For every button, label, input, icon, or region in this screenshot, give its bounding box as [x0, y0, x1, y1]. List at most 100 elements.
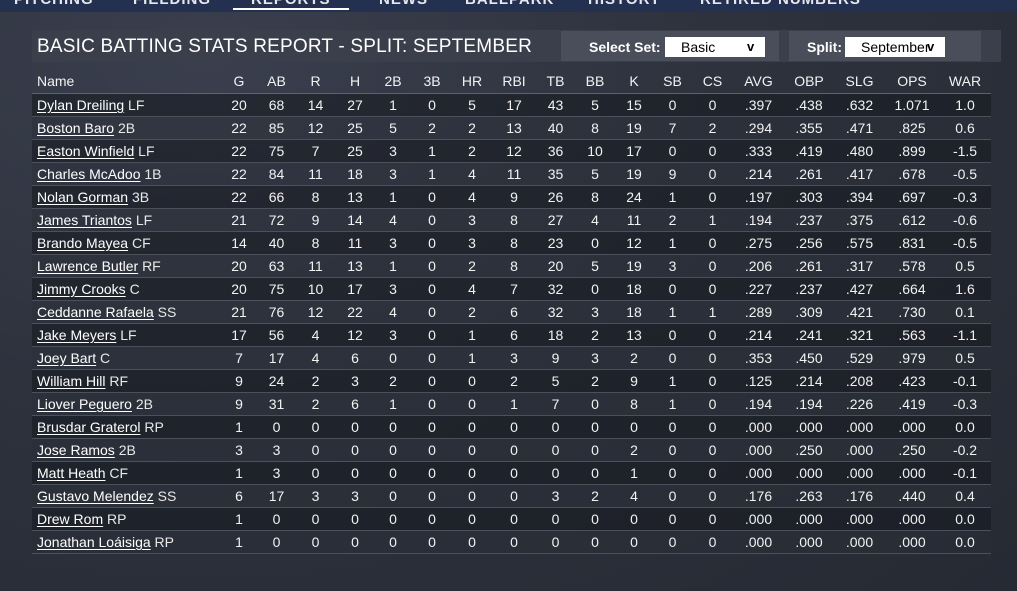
stat-cell-sb: 1 — [653, 392, 692, 416]
column-header-h[interactable]: H — [336, 69, 374, 94]
nav-ballpark[interactable]: BALLPARK — [465, 0, 554, 8]
table-row: Brusdar Graterol RP 1 0 0 0 0 0 0 0 0 0 0 0 0.000.000… — [32, 415, 991, 439]
stat-cell-bb: 0 — [575, 461, 615, 485]
player-name-link[interactable]: Easton Winfield — [37, 143, 134, 159]
stat-cell-rbi: 11 — [492, 162, 536, 186]
player-name-link[interactable]: Dylan Dreiling — [37, 97, 124, 113]
stat-cell-obp: .261 — [784, 254, 834, 278]
stat-cell-k: 12 — [615, 231, 653, 255]
stat-cell-hr: 3 — [452, 208, 492, 232]
column-header-g[interactable]: G — [220, 69, 258, 94]
stat-cell-rbi: 0 — [492, 507, 536, 531]
player-name-link[interactable]: Jonathan Loáisiga — [37, 534, 151, 550]
player-name-link[interactable]: James Triantos — [37, 212, 132, 228]
column-header-name[interactable]: Name — [32, 69, 220, 94]
stat-cell-2b: 1 — [374, 392, 412, 416]
stat-cell-ab: 0 — [258, 415, 295, 439]
column-header-obp[interactable]: OBP — [784, 69, 834, 94]
nav-pitching[interactable]: PITCHING — [14, 0, 94, 8]
nav-history[interactable]: HISTORY — [588, 0, 661, 8]
table-row: Charles McAdoo 1B 22 84 11 18 3 1 4 11 35 5 19 9 0.21… — [32, 162, 991, 186]
column-header-ab[interactable]: AB — [258, 69, 295, 94]
column-header-cs[interactable]: CS — [692, 69, 733, 94]
stat-cell-ops: .825 — [885, 116, 939, 140]
player-cell: Matt Heath CF — [32, 461, 220, 485]
stat-cell-cs: 1 — [692, 208, 733, 232]
stat-cell-tb: 26 — [536, 185, 575, 209]
player-cell: Brusdar Graterol RP — [32, 415, 220, 439]
batting-stats-table: Name G AB R H 2B 3B HR RBI TB BB K SB CS AVG OBP SLG OPS W… — [32, 69, 991, 554]
stat-cell-3b: 0 — [412, 461, 452, 485]
player-name-link[interactable]: Lawrence Butler — [37, 258, 138, 274]
nav-news[interactable]: NEWS — [379, 0, 428, 8]
stat-cell-ops: .578 — [885, 254, 939, 278]
column-header-rbi[interactable]: RBI — [492, 69, 536, 94]
stat-cell-cs: 0 — [692, 323, 733, 347]
column-header-k[interactable]: K — [615, 69, 653, 94]
stat-cell-avg: .214 — [733, 323, 784, 347]
player-name-link[interactable]: Brusdar Graterol — [37, 419, 140, 435]
player-name-link[interactable]: Joey Bart — [37, 350, 96, 366]
player-name-link[interactable]: Charles McAdoo — [37, 166, 141, 182]
column-header-war[interactable]: WAR — [939, 69, 991, 94]
stat-cell-hr: 2 — [452, 139, 492, 163]
stat-cell-bb: 0 — [575, 507, 615, 531]
stat-cell-k: 19 — [615, 116, 653, 140]
player-name-link[interactable]: Jimmy Crooks — [37, 281, 126, 297]
stat-cell-3b: 0 — [412, 346, 452, 370]
player-name-link[interactable]: Boston Baro — [37, 120, 114, 136]
stat-cell-rbi: 8 — [492, 254, 536, 278]
stat-cell-avg: .176 — [733, 484, 784, 508]
player-name-link[interactable]: Gustavo Melendez — [37, 488, 154, 504]
stat-cell-war: 1.0 — [939, 93, 991, 117]
column-header-3b[interactable]: 3B — [412, 69, 452, 94]
player-name-link[interactable]: William Hill — [37, 373, 105, 389]
split-dropdown[interactable]: September v — [845, 37, 945, 57]
stat-cell-hr: 2 — [452, 254, 492, 278]
stat-cell-ops: .000 — [885, 507, 939, 531]
stat-cell-hr: 0 — [452, 415, 492, 439]
player-name-link[interactable]: Matt Heath — [37, 465, 105, 481]
select-set-dropdown[interactable]: Basic v — [665, 37, 765, 57]
stat-cell-sb: 0 — [653, 484, 692, 508]
column-header-ops[interactable]: OPS — [885, 69, 939, 94]
nav-retired-numbers[interactable]: RETIRED NUMBERS — [700, 0, 861, 8]
stat-cell-h: 6 — [336, 392, 374, 416]
stat-cell-war: 0.0 — [939, 507, 991, 531]
column-header-bb[interactable]: BB — [575, 69, 615, 94]
stat-cell-slg: .317 — [834, 254, 885, 278]
player-name-link[interactable]: Nolan Gorman — [37, 189, 128, 205]
stat-cell-k: 24 — [615, 185, 653, 209]
player-name-link[interactable]: Jake Meyers — [37, 327, 116, 343]
player-name-link[interactable]: Drew Rom — [37, 511, 103, 527]
column-header-slg[interactable]: SLG — [834, 69, 885, 94]
stat-cell-avg: .397 — [733, 93, 784, 117]
stat-cell-r: 4 — [295, 323, 336, 347]
stat-cell-2b: 3 — [374, 323, 412, 347]
stat-cell-slg: .480 — [834, 139, 885, 163]
player-name-link[interactable]: Liover Peguero — [37, 396, 132, 412]
stat-cell-r: 2 — [295, 392, 336, 416]
stat-cell-obp: .250 — [784, 438, 834, 462]
nav-reports[interactable]: REPORTS — [233, 0, 349, 10]
player-name-link[interactable]: Jose Ramos — [37, 442, 115, 458]
stat-cell-sb: 1 — [653, 231, 692, 255]
stat-cell-sb: 0 — [653, 507, 692, 531]
column-header-sb[interactable]: SB — [653, 69, 692, 94]
select-set-label: Select Set: — [589, 39, 661, 55]
column-header-r[interactable]: R — [295, 69, 336, 94]
column-header-avg[interactable]: AVG — [733, 69, 784, 94]
player-position: LF — [138, 143, 155, 159]
stat-cell-cs: 0 — [692, 530, 733, 554]
nav-fielding[interactable]: FIELDING — [133, 0, 211, 8]
column-header-2b[interactable]: 2B — [374, 69, 412, 94]
column-header-tb[interactable]: TB — [536, 69, 575, 94]
stat-cell-2b: 0 — [374, 461, 412, 485]
stat-cell-ab: 24 — [258, 369, 295, 393]
stat-cell-war: 0.5 — [939, 254, 991, 278]
stat-cell-war: 0.4 — [939, 484, 991, 508]
player-name-link[interactable]: Ceddanne Rafaela — [37, 304, 154, 320]
column-header-hr[interactable]: HR — [452, 69, 492, 94]
stat-cell-cs: 0 — [692, 392, 733, 416]
player-name-link[interactable]: Brando Mayea — [37, 235, 128, 251]
